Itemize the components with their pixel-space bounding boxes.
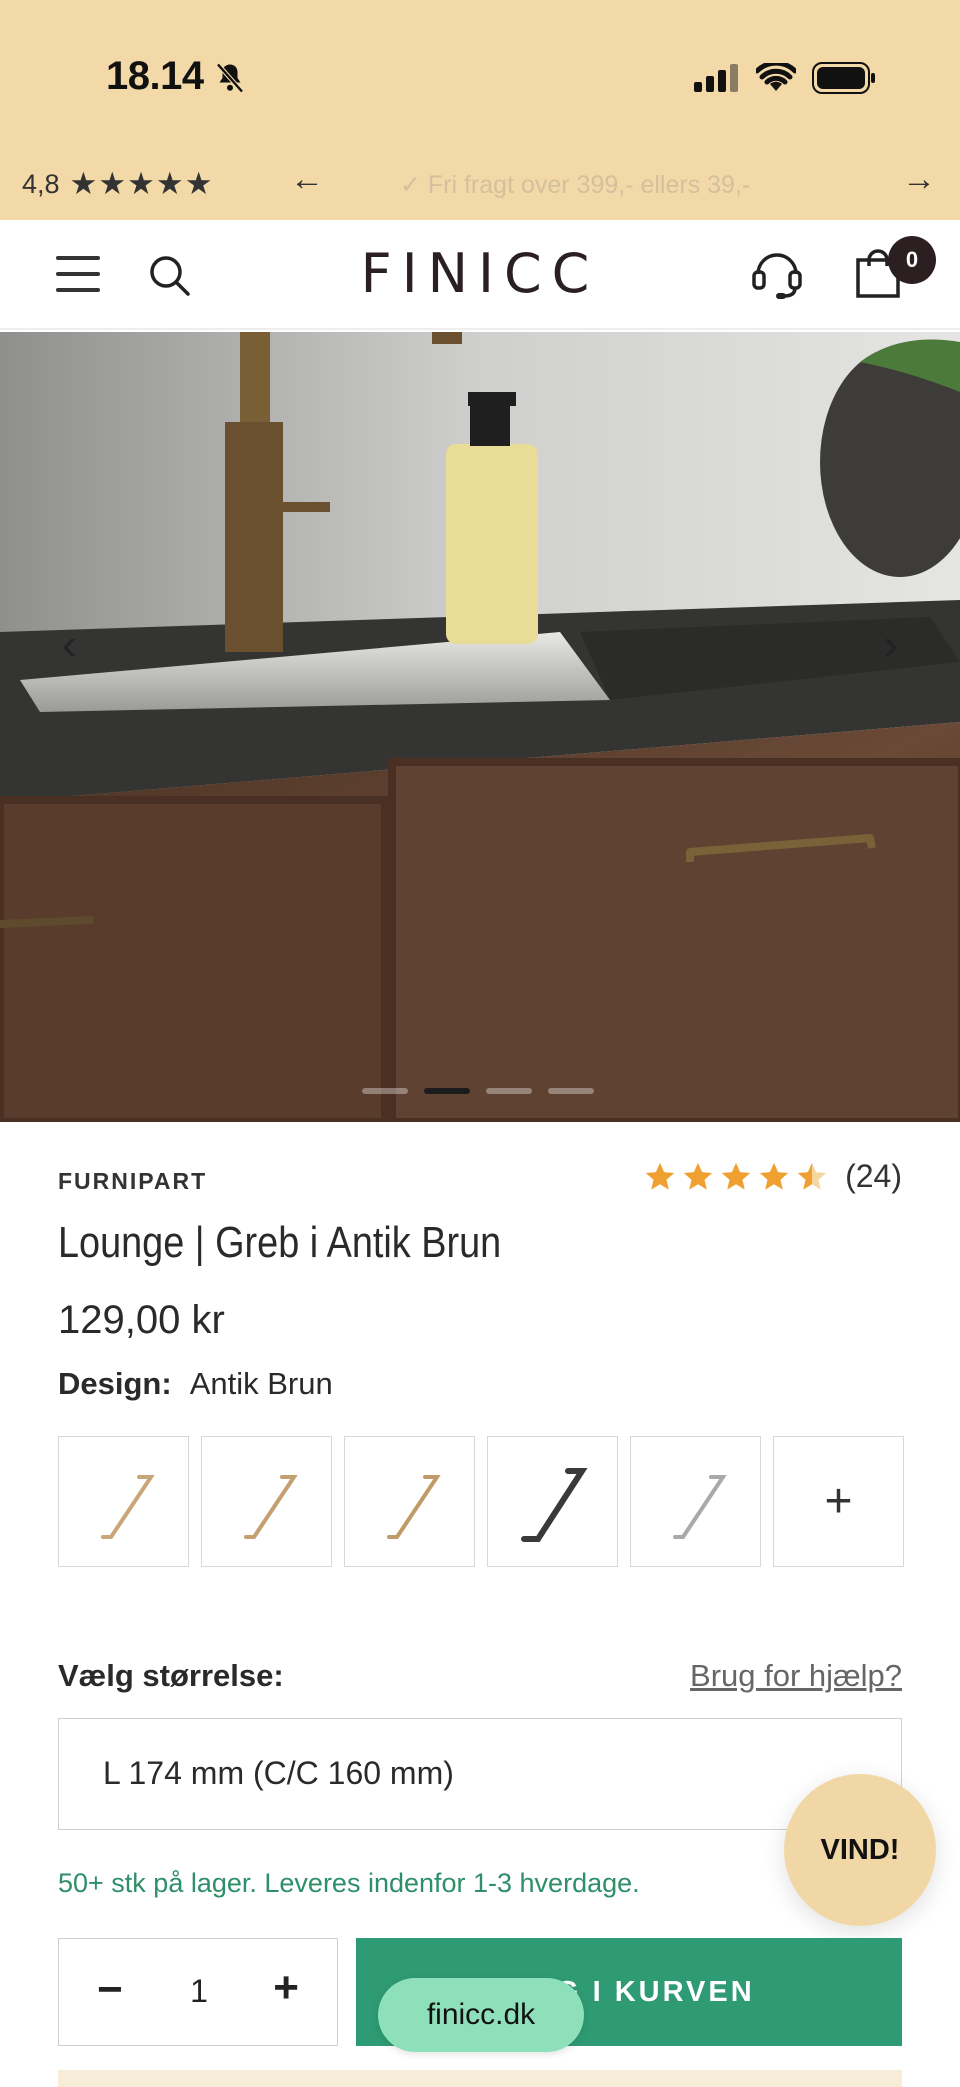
design-swatches: + (58, 1436, 904, 1567)
swatch-option[interactable] (201, 1436, 332, 1567)
size-select-value: L 174 mm (C/C 160 mm) (103, 1755, 454, 1791)
product-gallery[interactable]: ‹ › (0, 332, 960, 1122)
size-help-link[interactable]: Brug for hjælp? (690, 1658, 902, 1694)
announcement-message: ✓ Fri fragt over 399,- ellers 39,- (400, 171, 751, 199)
announcement-next-button[interactable]: → (902, 160, 936, 199)
browser-url-pill[interactable]: finicc.dk (378, 1978, 584, 2052)
gallery-pagination (362, 1088, 594, 1094)
size-select[interactable]: L 174 mm (C/C 160 mm) ⌄ (58, 1718, 902, 1830)
size-label: Vælg størrelse: (58, 1658, 284, 1693)
gallery-dot[interactable] (548, 1088, 594, 1094)
handle-thumbnail (243, 1474, 298, 1539)
star-icon (683, 1162, 713, 1190)
gallery-next-button[interactable]: › (883, 620, 898, 670)
swatch-option-selected[interactable] (487, 1436, 618, 1567)
quantity-stepper: − 1 + (58, 1938, 338, 2046)
announcement-bar: 4,8 ★★★★★ ← ✓ Fri fragt over 399,- eller… (0, 150, 960, 220)
quantity-increase-button[interactable]: + (273, 1963, 299, 2013)
site-logo[interactable]: FINICC (0, 242, 960, 305)
swatch-option[interactable] (344, 1436, 475, 1567)
star-icon (645, 1162, 675, 1190)
review-count: (24) (845, 1158, 902, 1194)
status-bar: 18.14 (0, 0, 960, 150)
product-title: Lounge | Greb i Antik Brun (58, 1218, 502, 1267)
site-header: FINICC 0 (0, 220, 960, 330)
cart-count-badge: 0 (888, 236, 936, 284)
handle-thumbnail (520, 1467, 588, 1542)
star-icon (721, 1162, 751, 1190)
design-row: Design: Antik Brun (58, 1366, 333, 1402)
system-icons (694, 60, 876, 96)
signal-icon (694, 64, 738, 92)
bottom-strip (58, 2070, 902, 2087)
store-rating-stars: ★★★★★ (69, 166, 214, 201)
design-value: Antik Brun (189, 1366, 333, 1401)
stock-status: 50+ stk på lager. Leveres indenfor 1-3 h… (58, 1868, 640, 1898)
status-time: 18.14 (106, 54, 204, 98)
swatch-option[interactable] (630, 1436, 761, 1567)
rating-stars (643, 1160, 829, 1194)
vind-button[interactable]: VIND! (784, 1774, 936, 1926)
product-rating[interactable]: (24) (643, 1158, 902, 1195)
store-rating[interactable]: 4,8 ★★★★★ (22, 166, 214, 202)
star-half-icon (797, 1162, 827, 1190)
swatch-option[interactable] (58, 1436, 189, 1567)
product-price: 129,00 kr (58, 1298, 225, 1342)
gallery-dot[interactable] (486, 1088, 532, 1094)
more-swatches-button[interactable]: + (773, 1436, 904, 1567)
handle-thumbnail (672, 1474, 727, 1539)
wifi-icon (756, 63, 796, 91)
product-image (0, 332, 960, 1122)
gallery-dot[interactable] (362, 1088, 408, 1094)
gallery-dot-active[interactable] (424, 1088, 470, 1094)
handle-thumbnail (100, 1474, 155, 1539)
star-icon (759, 1162, 789, 1190)
gallery-prev-button[interactable]: ‹ (62, 620, 77, 670)
store-rating-value: 4,8 (22, 168, 60, 199)
support-headset-icon[interactable] (748, 244, 806, 302)
product-brand[interactable]: FURNIPART (58, 1168, 207, 1195)
battery-icon (812, 62, 875, 94)
announcement-prev-button[interactable]: ← (290, 160, 324, 199)
bell-muted-icon (216, 63, 244, 93)
handle-thumbnail (386, 1474, 441, 1539)
design-label: Design: (58, 1366, 172, 1401)
